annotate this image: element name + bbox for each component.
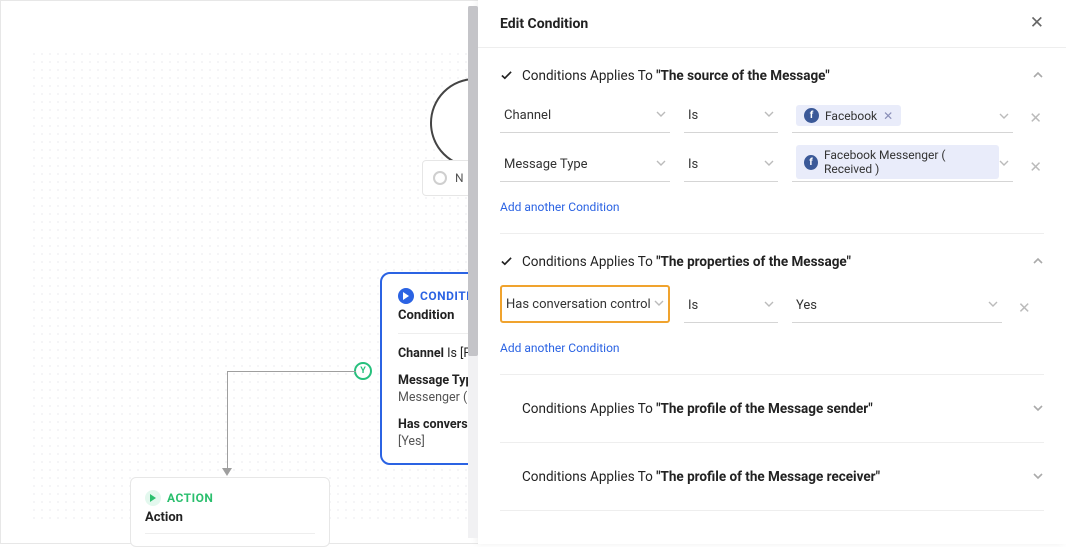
operator-label: Is: [688, 108, 698, 123]
check-icon: [500, 70, 512, 82]
remove-chip-icon[interactable]: ✕: [883, 109, 893, 123]
action-title: Action: [145, 510, 315, 534]
action-icon: [145, 490, 161, 506]
small-node-label: N: [455, 171, 464, 185]
section-title: Conditions Applies To "The source of the…: [522, 68, 830, 84]
arrow-icon: [222, 468, 232, 476]
operator-label: Is: [688, 298, 698, 313]
condition-section: Conditions Applies To "The properties of…: [500, 234, 1044, 375]
delete-row-icon[interactable]: ✕: [1027, 109, 1044, 133]
chevron-down-icon: [654, 298, 664, 311]
condition-section: Conditions Applies To "The source of the…: [500, 48, 1044, 234]
value-chip[interactable]: f Facebook ✕: [796, 105, 901, 126]
value-select[interactable]: f Facebook Messenger ( Received ): [792, 143, 1013, 182]
cond-line-label: Channel: [398, 346, 444, 361]
value-select[interactable]: Yes: [792, 289, 1002, 323]
condition-icon: [398, 288, 414, 304]
operator-select[interactable]: Is: [684, 148, 778, 182]
section-header[interactable]: Conditions Applies To "The properties of…: [500, 252, 1044, 271]
chevron-down-icon: [1032, 399, 1044, 418]
facebook-icon: f: [804, 155, 818, 170]
value-label: Yes: [796, 298, 817, 313]
value-select[interactable]: f Facebook ✕: [792, 99, 1013, 133]
chevron-down-icon: [988, 299, 998, 312]
chip-label: Facebook: [825, 109, 877, 123]
section-title: Conditions Applies To "The properties of…: [522, 254, 851, 270]
circle-icon: [433, 171, 447, 185]
field-label: Has conversation control: [506, 297, 651, 312]
condition-section: Conditions Applies To "The profile of th…: [500, 375, 1044, 443]
action-tag: ACTION: [167, 491, 213, 505]
chevron-down-icon: [999, 153, 1009, 172]
delete-row-icon[interactable]: ✕: [1027, 158, 1044, 182]
operator-select[interactable]: Is: [684, 289, 778, 323]
chevron-down-icon: [764, 299, 774, 312]
chevron-up-icon: [1032, 66, 1044, 85]
panel-title: Edit Condition: [500, 16, 588, 32]
add-condition-link[interactable]: Add another Condition: [500, 341, 620, 355]
section-title: Conditions Applies To "The profile of th…: [522, 401, 873, 417]
operator-select[interactable]: Is: [684, 99, 778, 133]
action-node[interactable]: ACTION Action: [130, 477, 330, 547]
field-select[interactable]: Has conversation control: [500, 285, 670, 323]
edit-condition-panel: Edit Condition ✕ Conditions Applies To "…: [478, 0, 1066, 544]
section-header[interactable]: Conditions Applies To "The profile of th…: [500, 399, 1044, 418]
chevron-down-icon: [656, 158, 666, 171]
chevron-down-icon: [1032, 467, 1044, 486]
section-header[interactable]: Conditions Applies To "The profile of th…: [500, 467, 1044, 486]
chevron-up-icon: [1032, 252, 1044, 271]
scrollbar-thumb[interactable]: [468, 6, 478, 356]
check-icon: [500, 256, 512, 268]
delete-row-icon[interactable]: ✕: [1016, 299, 1033, 323]
field-select[interactable]: Message Type: [500, 148, 670, 182]
panel-header: Edit Condition ✕: [478, 0, 1066, 48]
connector: [227, 371, 228, 471]
chevron-down-icon: [999, 106, 1009, 125]
value-chip[interactable]: f Facebook Messenger ( Received ): [796, 145, 999, 179]
condition-section: Conditions Applies To "The profile of th…: [500, 443, 1044, 511]
condition-row: Has conversation control Is Yes ✕: [500, 285, 1044, 333]
chevron-down-icon: [764, 109, 774, 122]
chip-label: Facebook Messenger ( Received ): [824, 148, 991, 176]
connector: [227, 371, 356, 372]
field-select[interactable]: Channel: [500, 99, 670, 133]
yes-branch-badge: Y: [354, 362, 372, 380]
section-header[interactable]: Conditions Applies To "The source of the…: [500, 66, 1044, 85]
condition-row: Channel Is f Facebook ✕ ✕: [500, 99, 1044, 143]
close-icon[interactable]: ✕: [1030, 15, 1044, 32]
chevron-down-icon: [656, 109, 666, 122]
field-label: Channel: [504, 108, 551, 123]
add-condition-link[interactable]: Add another Condition: [500, 200, 620, 214]
condition-row: Message Type Is f Facebook Messenger ( Re…: [500, 143, 1044, 192]
section-title: Conditions Applies To "The profile of th…: [522, 469, 880, 485]
cond-line-label: Has conversat: [398, 417, 479, 432]
chevron-down-icon: [764, 158, 774, 171]
scrollbar[interactable]: [468, 6, 478, 538]
operator-label: Is: [688, 157, 698, 172]
facebook-icon: f: [804, 108, 819, 123]
field-label: Message Type: [504, 157, 588, 172]
